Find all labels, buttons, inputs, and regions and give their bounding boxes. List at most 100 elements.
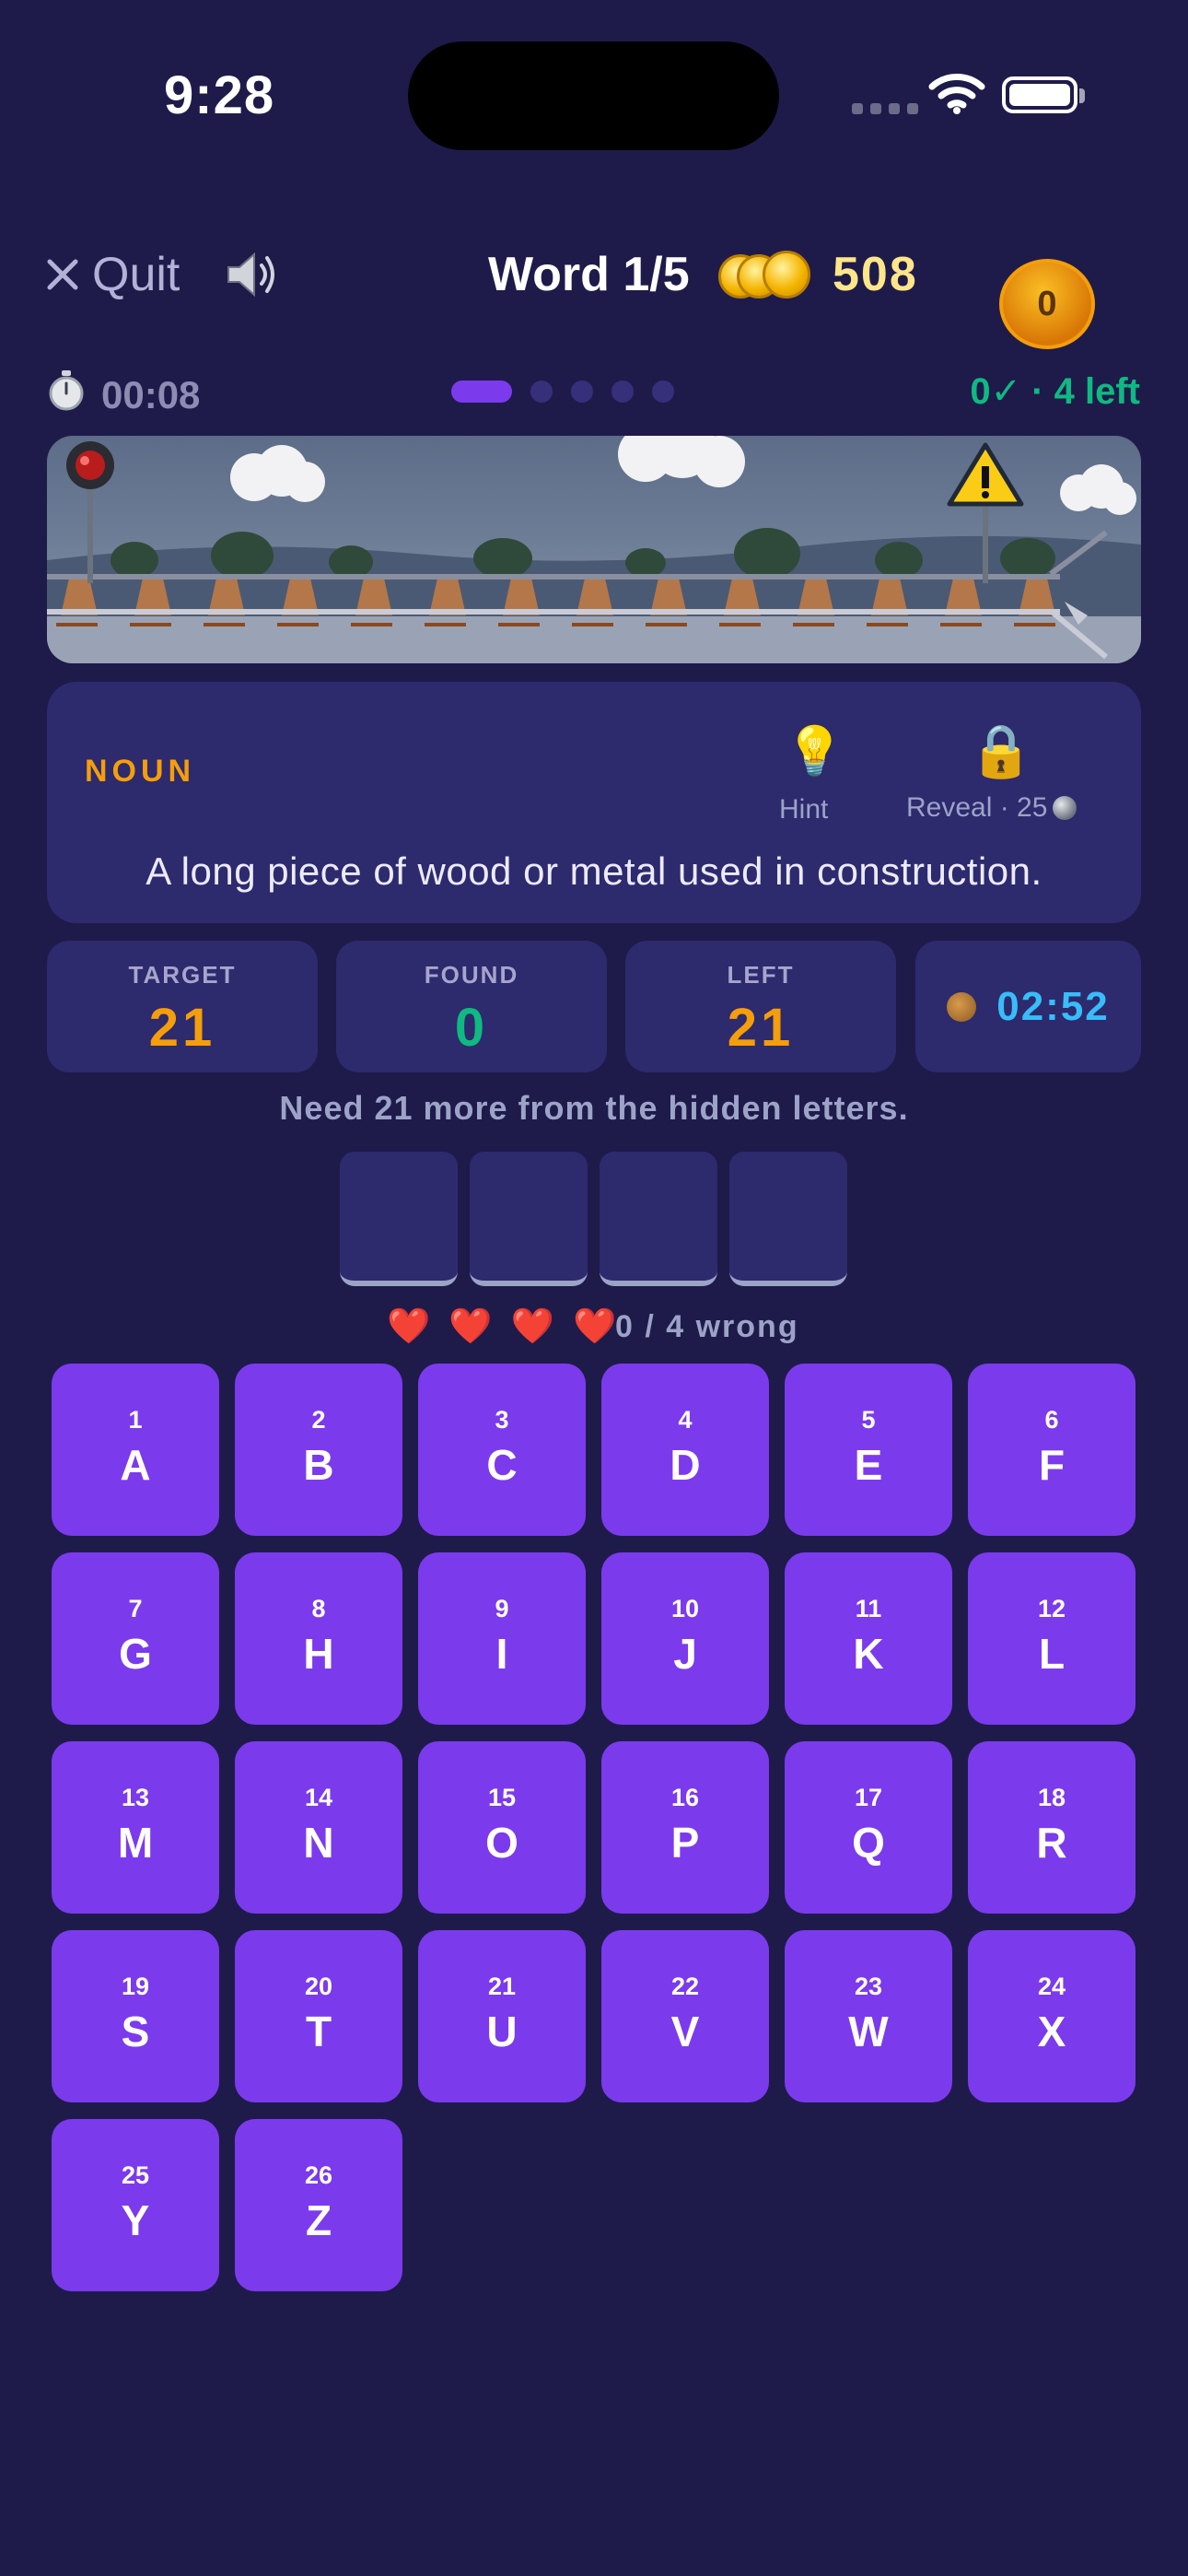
progress-dot — [611, 381, 634, 403]
letter-key-letter: R — [1036, 1819, 1067, 1867]
letter-key-letter: Z — [305, 2196, 332, 2244]
letter-key-s[interactable]: 19 S — [52, 1930, 219, 2102]
letter-key-letter: B — [303, 1441, 334, 1489]
wifi-icon — [928, 72, 985, 119]
letter-key-letter: N — [303, 1819, 334, 1867]
battery-tip — [1079, 88, 1085, 103]
letter-key-z[interactable]: 26 Z — [235, 2119, 402, 2291]
letter-key-number: 1 — [128, 1406, 143, 1434]
letter-key-j[interactable]: 10 J — [601, 1552, 769, 1725]
word-counter: Word 1/5 — [488, 248, 690, 301]
word-definition: A long piece of wood or metal used in co… — [146, 849, 1042, 893]
progress-dot — [571, 381, 593, 403]
letter-key-number: 18 — [1037, 1784, 1066, 1811]
progress-dot — [530, 381, 553, 403]
stat-found: FOUND 0 — [336, 941, 607, 1072]
quit-label: Quit — [92, 248, 181, 301]
letter-key-f[interactable]: 6F — [968, 1364, 1136, 1536]
letter-key-number: 8 — [311, 1595, 326, 1622]
countdown-timer: 02:52 — [915, 941, 1141, 1072]
hint-button-label[interactable]: Hint — [779, 794, 828, 825]
letter-key-i[interactable]: 9I — [418, 1552, 586, 1725]
letter-key-number: 2 — [311, 1406, 326, 1434]
stat-label: FOUND — [424, 961, 519, 989]
stat-label: LEFT — [727, 961, 795, 989]
letter-key-m[interactable]: 13 M — [52, 1741, 219, 1914]
wrong-counter: 0 / 4 wrong — [615, 1309, 799, 1344]
letter-key-q[interactable]: 17 Q — [785, 1741, 952, 1914]
coin-balance: 508 — [833, 248, 918, 301]
letter-key-n[interactable]: 14 N — [235, 1741, 402, 1914]
cellular-signal-icon — [852, 103, 918, 114]
letter-key-p[interactable]: 16 P — [601, 1741, 769, 1914]
coin-badge-button[interactable]: 0 — [999, 259, 1095, 349]
countdown-value: 02:52 — [996, 983, 1110, 1029]
letter-key-a[interactable]: 1A — [52, 1364, 219, 1536]
lightbulb-icon[interactable]: 💡 — [785, 723, 844, 779]
letter-key-letter: G — [119, 1630, 152, 1678]
letter-key-u[interactable]: 21 U — [418, 1930, 586, 2102]
letter-key-y[interactable]: 25 Y — [52, 2119, 219, 2291]
letter-key-number: 21 — [487, 1973, 517, 2000]
letter-key-letter: D — [670, 1441, 701, 1489]
letter-key-letter: T — [305, 2008, 332, 2055]
letter-key-h[interactable]: 8H — [235, 1552, 402, 1725]
letter-key-number: 9 — [495, 1595, 509, 1622]
letter-key-number: 3 — [495, 1406, 509, 1434]
progress-dot — [652, 381, 674, 403]
answer-slot — [729, 1152, 847, 1286]
speaker-icon[interactable] — [221, 245, 280, 309]
letter-key-number: 13 — [121, 1784, 150, 1811]
letter-key-l[interactable]: 12 L — [968, 1552, 1136, 1725]
letter-key-letter: K — [853, 1630, 884, 1678]
letter-key-r[interactable]: 18 R — [968, 1741, 1136, 1914]
letter-key-number: 10 — [670, 1595, 700, 1622]
letter-key-v[interactable]: 22 V — [601, 1930, 769, 2102]
coins-icon — [718, 251, 820, 302]
letter-key-number: 24 — [1037, 1973, 1066, 2000]
letter-key-letter: S — [121, 2008, 150, 2055]
letter-key-number: 4 — [678, 1406, 693, 1434]
letter-key-letter: O — [485, 1819, 518, 1867]
stat-label: TARGET — [128, 961, 237, 989]
stat-value: 21 — [148, 998, 216, 1058]
lock-icon[interactable]: 🔒 — [969, 720, 1033, 781]
letter-key-x[interactable]: 24 X — [968, 1930, 1136, 2102]
word-progress-dots — [451, 381, 674, 403]
letter-key-number: 7 — [128, 1595, 143, 1622]
letter-key-b[interactable]: 2B — [235, 1364, 402, 1536]
heart-icon: ❤️ — [387, 1307, 431, 1346]
stat-value: 21 — [727, 998, 795, 1058]
letter-key-number: 19 — [121, 1973, 150, 2000]
letter-key-letter: V — [670, 2008, 700, 2055]
letter-key-o[interactable]: 15 O — [418, 1741, 586, 1914]
letter-key-c[interactable]: 3C — [418, 1364, 586, 1536]
letter-key-d[interactable]: 4D — [601, 1364, 769, 1536]
letter-key-letter: L — [1038, 1630, 1066, 1678]
letter-key-letter: W — [848, 2008, 889, 2055]
dynamic-island — [408, 41, 779, 150]
letter-key-e[interactable]: 5E — [785, 1364, 952, 1536]
letter-key-number: 6 — [1044, 1406, 1059, 1434]
letter-key-number: 12 — [1037, 1595, 1066, 1622]
letter-key-number: 23 — [854, 1973, 883, 2000]
letter-key-g[interactable]: 7G — [52, 1552, 219, 1725]
letter-key-w[interactable]: 23 W — [785, 1930, 952, 2102]
battery-icon — [1002, 76, 1077, 113]
close-icon — [44, 256, 81, 293]
quit-button[interactable]: Quit — [44, 247, 180, 302]
heart-icon: ❤️ — [448, 1307, 493, 1346]
stat-value: 0 — [454, 998, 489, 1058]
words-remaining: 0✓ · 4 left — [970, 371, 1140, 412]
elapsed-time: 00:08 — [101, 373, 201, 416]
letter-key-letter: Y — [121, 2196, 150, 2244]
letter-key-k[interactable]: 11 K — [785, 1552, 952, 1725]
letter-key-letter: A — [120, 1441, 151, 1489]
part-of-speech: NOUN — [85, 754, 196, 789]
reveal-button[interactable]: Reveal · 25 — [906, 792, 1077, 824]
letter-key-letter: I — [495, 1630, 508, 1678]
letter-key-number: 22 — [670, 1973, 700, 2000]
letter-key-t[interactable]: 20 T — [235, 1930, 402, 2102]
letter-key-number: 16 — [670, 1784, 700, 1811]
letter-key-number: 5 — [861, 1406, 876, 1434]
